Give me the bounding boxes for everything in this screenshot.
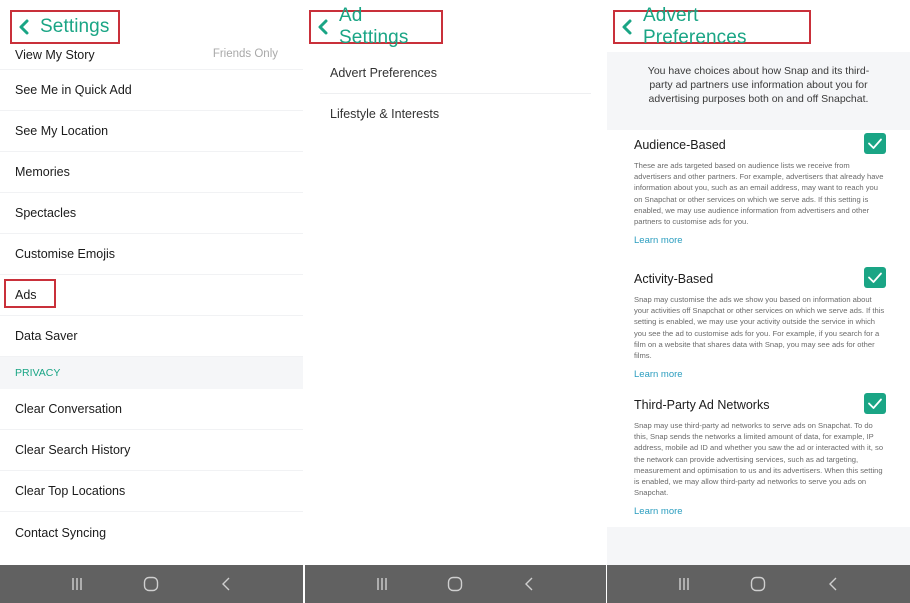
ad-settings-list: Advert Preferences Lifestyle & Interests bbox=[305, 52, 606, 134]
recent-apps-icon[interactable] bbox=[367, 572, 397, 596]
highlight-box bbox=[4, 279, 56, 308]
item-label: Memories bbox=[15, 165, 70, 179]
learn-more-link[interactable]: Learn more bbox=[634, 369, 683, 380]
settings-item-clear-top-locations[interactable]: Clear Top Locations bbox=[0, 471, 303, 512]
item-label: See Me in Quick Add bbox=[15, 83, 132, 97]
section-title: Third-Party Ad Networks bbox=[634, 398, 770, 412]
recent-apps-icon[interactable] bbox=[62, 572, 92, 596]
item-label: Lifestyle & Interests bbox=[330, 106, 440, 121]
advert-preferences-screen: Advert Preferences You have choices abou… bbox=[607, 0, 910, 603]
chevron-left-icon[interactable] bbox=[18, 17, 30, 37]
item-label: Advert Preferences bbox=[330, 65, 437, 80]
audience-based-checkbox[interactable] bbox=[864, 133, 886, 154]
section-description: Snap may customise the ads we show you b… bbox=[634, 295, 885, 361]
settings-item-my-location[interactable]: See My Location bbox=[0, 111, 303, 152]
settings-item-view-my-story[interactable]: View My Story Friends Only bbox=[0, 42, 303, 70]
page-title: Settings bbox=[40, 16, 110, 37]
android-nav-bar bbox=[607, 565, 910, 603]
back-icon[interactable] bbox=[211, 572, 241, 596]
activity-based-section: Activity-Based Snap may customise the ad… bbox=[634, 267, 886, 382]
section-description: These are ads targeted based on audience… bbox=[634, 161, 884, 227]
settings-screen: Settings View My Story Friends Only See … bbox=[0, 0, 303, 603]
footer-spacer bbox=[607, 527, 910, 565]
item-label: Contact Syncing bbox=[15, 525, 107, 540]
section-title: Activity-Based bbox=[634, 272, 714, 286]
settings-item-customise-emojis[interactable]: Customise Emojis bbox=[0, 234, 303, 275]
back-icon[interactable] bbox=[514, 572, 544, 596]
chevron-left-icon[interactable] bbox=[621, 17, 633, 37]
item-label: Clear Top Locations bbox=[15, 484, 126, 498]
ad-settings-item-advert-preferences[interactable]: Advert Preferences bbox=[305, 52, 606, 93]
item-label: See My Location bbox=[15, 124, 109, 138]
settings-item-spectacles[interactable]: Spectacles bbox=[0, 193, 303, 234]
advert-preferences-header[interactable]: Advert Preferences bbox=[613, 5, 811, 48]
item-label: Clear Conversation bbox=[15, 402, 122, 416]
ad-settings-header[interactable]: Ad Settings bbox=[309, 5, 443, 48]
settings-item-clear-search-history[interactable]: Clear Search History bbox=[0, 430, 303, 471]
ad-settings-item-lifestyle-interests[interactable]: Lifestyle & Interests bbox=[305, 93, 606, 134]
audience-based-section: Audience-Based These are ads targeted ba… bbox=[634, 133, 886, 248]
settings-item-contact-syncing[interactable]: Contact Syncing bbox=[0, 512, 303, 553]
settings-item-memories[interactable]: Memories bbox=[0, 152, 303, 193]
home-icon[interactable] bbox=[440, 572, 470, 596]
section-description: Snap may use third-party ad networks to … bbox=[634, 421, 884, 498]
item-label: Customise Emojis bbox=[15, 247, 116, 261]
settings-list: View My Story Friends Only See Me in Qui… bbox=[0, 42, 303, 553]
item-label: View My Story bbox=[15, 48, 95, 62]
home-icon[interactable] bbox=[743, 572, 773, 596]
settings-item-clear-conversation[interactable]: Clear Conversation bbox=[0, 389, 303, 430]
learn-more-link[interactable]: Learn more bbox=[634, 235, 683, 246]
section-header-privacy: PRIVACY bbox=[0, 357, 303, 389]
settings-item-data-saver[interactable]: Data Saver bbox=[0, 316, 303, 357]
recent-apps-icon[interactable] bbox=[669, 572, 699, 596]
ad-settings-screen: Ad Settings Advert Preferences Lifestyle… bbox=[305, 0, 606, 603]
home-icon[interactable] bbox=[136, 572, 166, 596]
settings-item-ads[interactable]: Ads bbox=[0, 275, 303, 316]
intro-text: You have choices about how Snap and its … bbox=[607, 52, 910, 130]
settings-header[interactable]: Settings bbox=[10, 10, 120, 44]
learn-more-link[interactable]: Learn more bbox=[634, 506, 683, 517]
android-nav-bar bbox=[0, 565, 303, 603]
page-title: Advert Preferences bbox=[643, 5, 747, 48]
section-title: Audience-Based bbox=[634, 138, 726, 152]
third-party-ad-networks-section: Third-Party Ad Networks Snap may use thi… bbox=[634, 393, 886, 519]
page-title: Ad Settings bbox=[339, 5, 409, 48]
item-value: Friends Only bbox=[212, 48, 278, 60]
chevron-left-icon[interactable] bbox=[317, 17, 329, 37]
settings-item-quick-add[interactable]: See Me in Quick Add bbox=[0, 70, 303, 111]
third-party-ad-networks-checkbox[interactable] bbox=[864, 393, 886, 414]
section-label: PRIVACY bbox=[15, 367, 61, 379]
android-nav-bar bbox=[305, 565, 606, 603]
item-label: Spectacles bbox=[15, 206, 77, 220]
activity-based-checkbox[interactable] bbox=[864, 267, 886, 288]
item-label: Clear Search History bbox=[15, 443, 131, 457]
item-label: Data Saver bbox=[15, 329, 78, 343]
back-icon[interactable] bbox=[818, 572, 848, 596]
